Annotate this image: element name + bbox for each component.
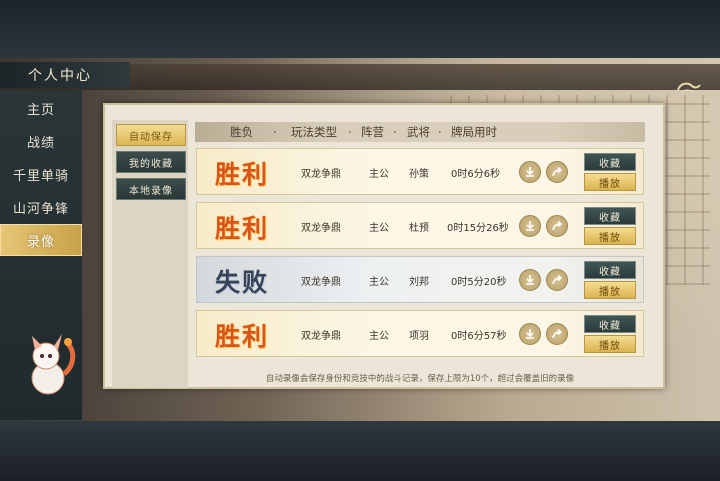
- sidebar-item-home[interactable]: 主页: [0, 92, 82, 124]
- camp-cell: 主公: [369, 169, 389, 180]
- play-button[interactable]: 播放: [584, 173, 636, 191]
- column-general: 武将: [407, 125, 430, 139]
- duration-cell: 0时5分20秒: [451, 277, 507, 288]
- download-icon[interactable]: [519, 323, 541, 345]
- result-label: 胜利: [215, 160, 270, 189]
- share-icon[interactable]: [546, 161, 568, 183]
- sidebar-item-replays[interactable]: 录像: [0, 224, 82, 256]
- mode-cell: 双龙争鼎: [301, 277, 341, 288]
- favorite-button[interactable]: 收藏: [584, 315, 636, 333]
- result-label: 胜利: [215, 214, 270, 243]
- column-camp: 阵营: [361, 125, 384, 139]
- sidebar-item-territory[interactable]: 山河争锋: [0, 191, 82, 223]
- personal-center-title: 个人中心: [0, 62, 130, 88]
- favorite-button[interactable]: 收藏: [584, 261, 636, 279]
- subtab-auto-save[interactable]: 自动保存: [116, 124, 186, 146]
- column-sep: ·: [438, 125, 442, 139]
- camp-cell: 主公: [369, 331, 389, 342]
- column-mode: 玩法类型: [291, 125, 337, 139]
- replay-row: 失败 双龙争鼎 主公 刘邦 0时5分20秒 收藏 播放: [196, 256, 644, 303]
- mode-cell: 双龙争鼎: [301, 223, 341, 234]
- camp-cell: 主公: [369, 277, 389, 288]
- mode-cell: 双龙争鼎: [301, 331, 341, 342]
- sidebar-item-record[interactable]: 战绩: [0, 125, 82, 157]
- replay-row: 胜利 双龙争鼎 主公 孙策 0时6分6秒 收藏 播放: [196, 148, 644, 195]
- general-cell: 项羽: [409, 331, 429, 342]
- favorite-button[interactable]: 收藏: [584, 153, 636, 171]
- duration-cell: 0时6分6秒: [451, 169, 501, 180]
- share-icon[interactable]: [546, 269, 568, 291]
- result-label: 胜利: [215, 322, 270, 351]
- general-cell: 杜预: [409, 223, 429, 234]
- play-button[interactable]: 播放: [584, 227, 636, 245]
- sidebar-item-solo-ride[interactable]: 千里单骑: [0, 158, 82, 190]
- subtab-local-replays[interactable]: 本地录像: [116, 178, 186, 200]
- column-sep: ·: [393, 125, 397, 139]
- bottom-band: [0, 421, 720, 481]
- replay-row: 胜利 双龙争鼎 主公 杜预 0时15分26秒 收藏 播放: [196, 202, 644, 249]
- top-band: [0, 0, 720, 58]
- fox-mascot-icon: [31, 334, 76, 395]
- duration-cell: 0时15分26秒: [447, 223, 509, 234]
- play-button[interactable]: 播放: [584, 281, 636, 299]
- subtab-my-favorites[interactable]: 我的收藏: [116, 151, 186, 173]
- favorite-button[interactable]: 收藏: [584, 207, 636, 225]
- general-cell: 刘邦: [409, 277, 429, 288]
- share-icon[interactable]: [546, 215, 568, 237]
- download-icon[interactable]: [519, 161, 541, 183]
- download-icon[interactable]: [519, 269, 541, 291]
- column-result: 胜负: [230, 125, 253, 139]
- duration-cell: 0时6分57秒: [451, 331, 507, 342]
- result-label: 失败: [215, 268, 270, 297]
- camp-cell: 主公: [369, 223, 389, 234]
- column-duration: 牌局用时: [451, 125, 497, 139]
- share-icon[interactable]: [546, 323, 568, 345]
- column-sep: ·: [273, 125, 277, 139]
- auto-save-note: 自动录像会保存身份和竞技中的战斗记录，保存上限为10个，超过会覆盖旧的录像: [196, 370, 644, 386]
- mode-cell: 双龙争鼎: [301, 169, 341, 180]
- play-button[interactable]: 播放: [584, 335, 636, 353]
- column-header: 胜负 · 玩法类型 · 阵营 · 武将 · 牌局用时: [195, 122, 645, 142]
- general-cell: 孙策: [409, 169, 429, 180]
- cloud-ornament-icon: [677, 82, 701, 93]
- download-icon[interactable]: [519, 215, 541, 237]
- replay-row: 胜利 双龙争鼎 主公 项羽 0时6分57秒 收藏 播放: [196, 310, 644, 357]
- column-sep: ·: [348, 125, 352, 139]
